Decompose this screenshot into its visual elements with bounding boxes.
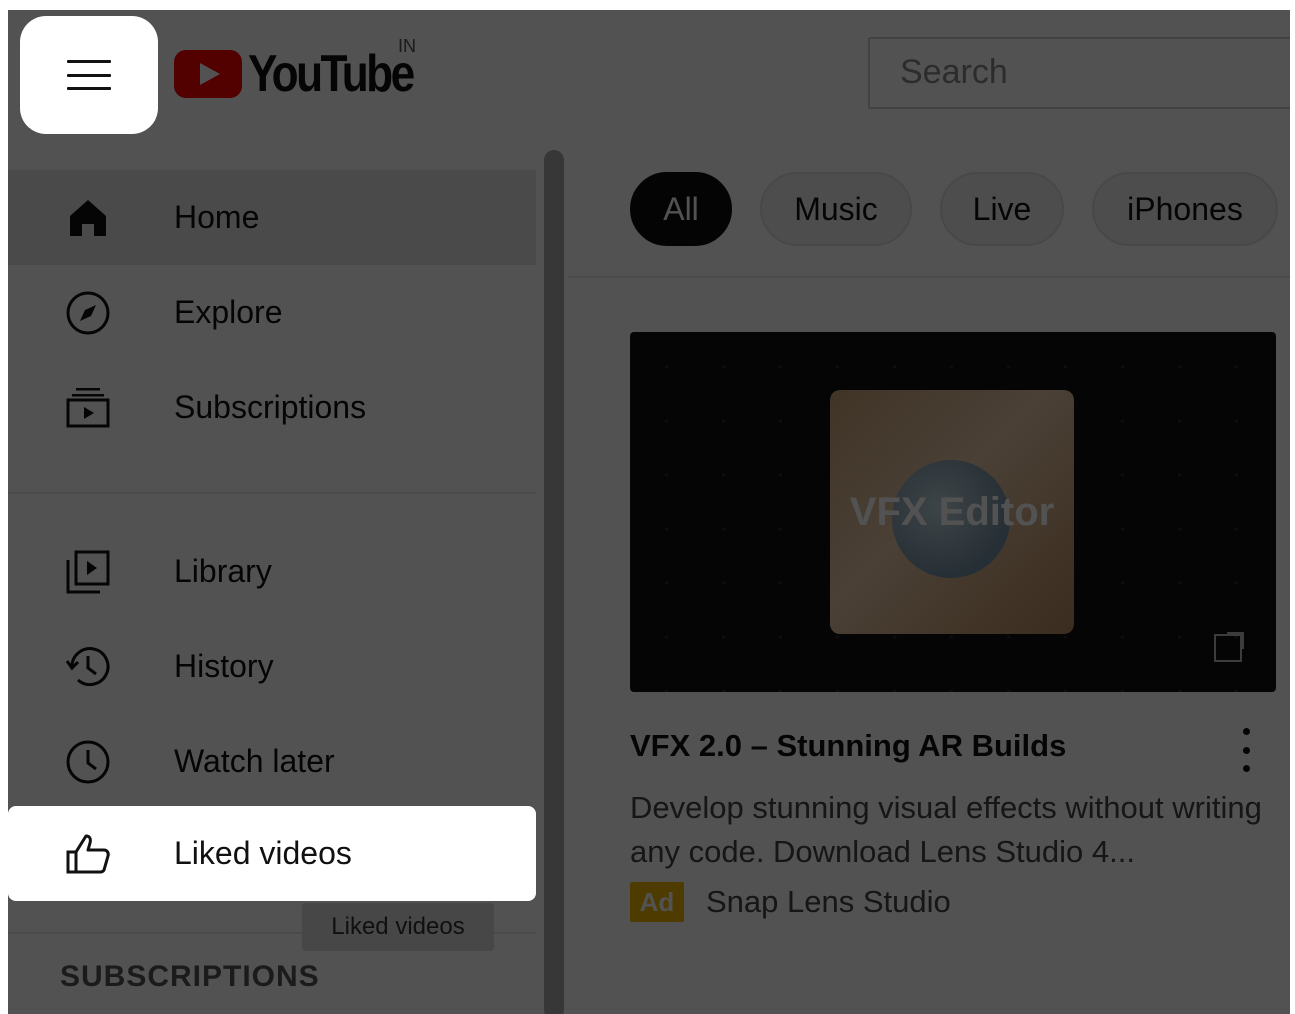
youtube-play-icon xyxy=(174,50,242,98)
top-bar: YouTube IN xyxy=(8,10,1290,142)
logo-wordmark: YouTube xyxy=(248,45,415,103)
sidebar-item-library[interactable]: Library xyxy=(8,524,536,619)
hamburger-menu-button[interactable] xyxy=(20,16,158,134)
search-input[interactable] xyxy=(870,39,1290,106)
thumbnail-title: VFX Editor xyxy=(849,490,1055,534)
sidebar-item-label: Home xyxy=(174,199,260,235)
sidebar-item-label: Liked videos xyxy=(174,835,352,871)
chip-all[interactable]: All xyxy=(630,172,732,246)
youtube-logo[interactable]: YouTube IN xyxy=(174,36,442,104)
youtube-window: YouTube IN Home Explore Subscriptions Li… xyxy=(8,10,1290,1014)
video-thumbnail[interactable]: VFX Editor xyxy=(630,332,1276,692)
filter-chips-bar: All Music Live iPhones xyxy=(568,150,1290,278)
liked-videos-tooltip: Liked videos xyxy=(302,903,494,951)
video-title[interactable]: VFX 2.0 – Stunning AR Builds xyxy=(630,728,1066,764)
sidebar-item-liked-videos[interactable]: Liked videos xyxy=(8,806,536,901)
external-link-icon[interactable] xyxy=(1214,632,1244,662)
home-icon xyxy=(70,199,106,236)
subscriptions-icon xyxy=(66,387,110,427)
compass-icon xyxy=(66,291,110,334)
advertiser-name[interactable]: Snap Lens Studio xyxy=(706,884,951,920)
sidebar-item-watch-later[interactable]: Watch later xyxy=(8,714,536,809)
sidebar-divider xyxy=(8,492,536,494)
sidebar-item-label: Explore xyxy=(174,294,283,330)
guide-sidebar: Home Explore Subscriptions Library Histo… xyxy=(8,170,536,1014)
sidebar-item-label: History xyxy=(174,648,274,684)
clock-icon xyxy=(66,740,110,783)
sidebar-item-label: Library xyxy=(174,553,272,589)
sidebar-scrollbar[interactable] xyxy=(544,150,564,1014)
sidebar-item-label: Watch later xyxy=(174,743,335,779)
sidebar-item-subscriptions[interactable]: Subscriptions xyxy=(8,360,536,455)
ad-badge: Ad xyxy=(630,882,684,922)
subscriptions-section-heading: SUBSCRIPTIONS xyxy=(60,960,320,993)
search-box[interactable] xyxy=(868,37,1290,109)
chip-live[interactable]: Live xyxy=(940,172,1064,246)
hamburger-icon xyxy=(67,60,111,90)
country-code: IN xyxy=(398,36,416,56)
sidebar-item-explore[interactable]: Explore xyxy=(8,265,536,360)
video-description: Develop stunning visual effects without … xyxy=(630,790,1262,869)
library-icon xyxy=(66,550,110,593)
thumbnail-artwork: VFX Editor xyxy=(830,390,1074,634)
ad-row: Ad Snap Lens Studio xyxy=(630,882,951,922)
chip-music[interactable]: Music xyxy=(760,172,912,246)
chip-iphones[interactable]: iPhones xyxy=(1092,172,1278,246)
history-icon xyxy=(65,646,110,686)
more-options-icon[interactable] xyxy=(1234,728,1258,772)
thumbs-up-icon xyxy=(66,834,110,873)
sidebar-item-label: Subscriptions xyxy=(174,389,367,425)
sidebar-item-home[interactable]: Home xyxy=(8,170,536,265)
sidebar-item-history[interactable]: History xyxy=(8,619,536,714)
